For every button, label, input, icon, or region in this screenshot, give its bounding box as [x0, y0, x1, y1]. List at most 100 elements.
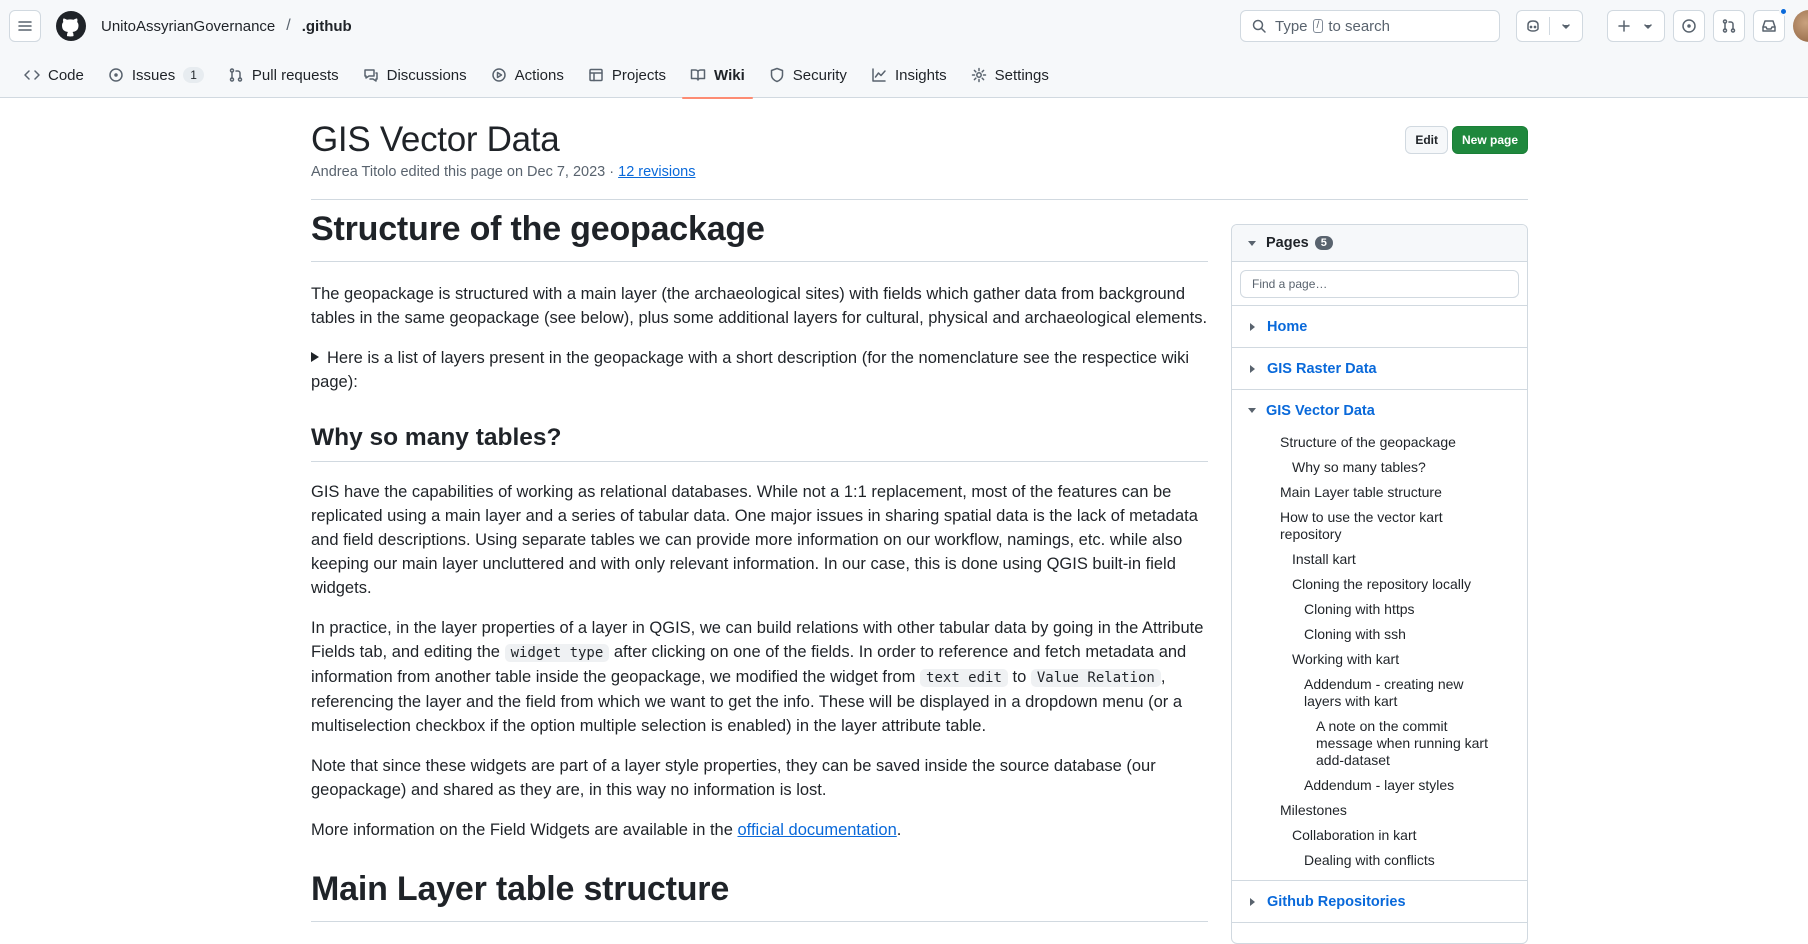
graph-icon: [871, 67, 887, 83]
gear-icon: [971, 67, 987, 83]
page-actions: Edit New page: [1405, 126, 1528, 154]
caret-right-icon[interactable]: [1250, 897, 1255, 906]
create-new-button[interactable]: [1607, 10, 1665, 42]
sidebar-page-gis-raster-data[interactable]: GIS Raster Data: [1232, 348, 1527, 390]
chevron-down-icon: [1640, 18, 1656, 34]
find-page-box: [1232, 262, 1527, 306]
details-summary-text: Here is a list of layers present in the …: [311, 349, 1190, 391]
toc-item[interactable]: Main Layer table structure: [1280, 481, 1503, 506]
inline-code: text edit: [920, 669, 1008, 687]
tab-label: Discussions: [386, 66, 467, 84]
tab-issues[interactable]: Issues 1: [100, 52, 212, 98]
sidebar-page-label: GIS Raster Data: [1267, 360, 1377, 377]
pages-sidebar: Pages 5 Home GIS Raster Data GIS Vector …: [1231, 224, 1528, 944]
table-icon: [588, 67, 604, 83]
toc-item[interactable]: Collaboration in kart: [1280, 824, 1503, 849]
hamburger-icon: [17, 18, 33, 34]
toc-item[interactable]: Addendum - layer styles: [1280, 774, 1503, 799]
shield-icon: [769, 67, 785, 83]
pull-request-icon: [1721, 18, 1737, 34]
breadcrumb-owner[interactable]: UnitoAssyrianGovernance: [101, 18, 275, 35]
toc-item[interactable]: Cloning with https: [1280, 598, 1503, 623]
tab-discussions[interactable]: Discussions: [355, 52, 475, 98]
breadcrumb-repo[interactable]: .github: [302, 18, 352, 35]
code-icon: [24, 67, 40, 83]
tab-label: Issues: [131, 66, 176, 84]
sidebar-page-label: GIS Vector Data: [1266, 402, 1375, 419]
toc-item[interactable]: Addendum - creating new layers with kart: [1280, 673, 1503, 715]
toc-item[interactable]: Dealing with conflicts: [1280, 849, 1503, 874]
toc-item[interactable]: Cloning with ssh: [1280, 623, 1503, 648]
edit-info: Andrea Titolo edited this page on Dec 7,…: [311, 164, 615, 180]
global-topbar: UnitoAssyrianGovernance / .github Type /…: [0, 0, 1808, 52]
your-issues-button[interactable]: [1673, 10, 1705, 42]
repo-tabs: Code Issues 1 Pull requests Discussions …: [0, 52, 1808, 99]
official-documentation-link[interactable]: official documentation: [737, 821, 896, 839]
chevron-down-icon[interactable]: [1558, 18, 1574, 34]
play-icon: [491, 67, 507, 83]
search-shortcut-key: /: [1312, 19, 1324, 33]
paragraph: In practice, in the layer properties of …: [311, 616, 1208, 738]
sidebar-page-gis-vector-data[interactable]: GIS Vector Data: [1232, 390, 1527, 431]
tab-label: Projects: [611, 66, 667, 84]
your-pull-requests-button[interactable]: [1713, 10, 1745, 42]
caret-down-icon[interactable]: [1248, 408, 1256, 413]
heading-main-layer: Main Layer table structure: [311, 870, 1208, 922]
notifications-button[interactable]: [1753, 7, 1788, 42]
copilot-icon: [1525, 18, 1541, 34]
sidebar-page-github-repositories[interactable]: Github Repositories: [1232, 881, 1527, 923]
toc-item[interactable]: Structure of the geopackage: [1280, 431, 1503, 456]
edit-button[interactable]: Edit: [1405, 126, 1448, 154]
page-title: GIS Vector Data: [311, 120, 560, 159]
toc-item[interactable]: Cloning the repository locally: [1280, 573, 1503, 598]
github-logo[interactable]: [55, 10, 87, 42]
sidebar-page-label: Home: [1267, 318, 1308, 335]
inline-code: Value Relation: [1030, 669, 1161, 687]
text-run: .: [896, 821, 902, 839]
layers-details-toggle[interactable]: Here is a list of layers present in the …: [311, 346, 1208, 394]
notification-indicator: [1779, 7, 1788, 16]
hamburger-menu-button[interactable]: [9, 10, 41, 42]
tab-wiki[interactable]: Wiki: [682, 52, 753, 99]
tab-actions[interactable]: Actions: [483, 52, 572, 98]
issue-icon: [108, 67, 124, 83]
tab-label: Pull requests: [251, 66, 339, 84]
caret-right-icon[interactable]: [1250, 322, 1255, 331]
find-page-input[interactable]: [1240, 269, 1519, 298]
search-suffix: to search: [1328, 17, 1391, 35]
tab-pull-requests[interactable]: Pull requests: [220, 52, 347, 98]
new-page-button[interactable]: New page: [1451, 126, 1528, 154]
tab-label: Wiki: [714, 66, 745, 84]
toc-item[interactable]: A note on the commit message when runnin…: [1280, 715, 1503, 774]
tab-label: Security: [792, 66, 847, 84]
revisions-link[interactable]: 12 revisions: [618, 164, 695, 180]
tab-insights[interactable]: Insights: [863, 52, 955, 98]
tab-projects[interactable]: Projects: [580, 52, 674, 98]
paragraph: GIS have the capabilities of working as …: [311, 483, 1198, 597]
toc-item[interactable]: Working with kart: [1280, 648, 1503, 673]
toc-item[interactable]: Why so many tables?: [1280, 456, 1503, 481]
paragraph: The geopackage is structured with a main…: [311, 285, 1208, 327]
search-input[interactable]: Type / to search: [1240, 10, 1500, 42]
text-run: to: [1012, 668, 1027, 686]
plus-icon: [1616, 18, 1632, 34]
tab-code[interactable]: Code: [16, 52, 92, 98]
paragraph: More information on the Field Widgets ar…: [311, 818, 1208, 842]
toc-item[interactable]: How to use the vector kart repository: [1280, 506, 1503, 548]
search-icon: [1251, 18, 1267, 34]
pages-title: Pages: [1266, 235, 1309, 251]
sidebar-page-home[interactable]: Home: [1232, 306, 1527, 348]
user-avatar[interactable]: [1793, 10, 1808, 42]
page-meta: Andrea Titolo edited this page on Dec 7,…: [311, 164, 696, 180]
inbox-icon: [1761, 18, 1777, 34]
toc-item[interactable]: Install kart: [1280, 548, 1503, 573]
copilot-button[interactable]: [1516, 10, 1583, 42]
issue-icon: [1681, 18, 1697, 34]
tab-settings[interactable]: Settings: [963, 52, 1057, 98]
caret-right-icon[interactable]: [1250, 364, 1255, 373]
tab-security[interactable]: Security: [761, 52, 855, 98]
tab-label: Settings: [994, 66, 1049, 84]
pages-toggle[interactable]: Pages 5: [1232, 225, 1527, 262]
toc-item[interactable]: Milestones: [1280, 799, 1503, 824]
repo-header: UnitoAssyrianGovernance / .github Type /…: [0, 0, 1808, 99]
